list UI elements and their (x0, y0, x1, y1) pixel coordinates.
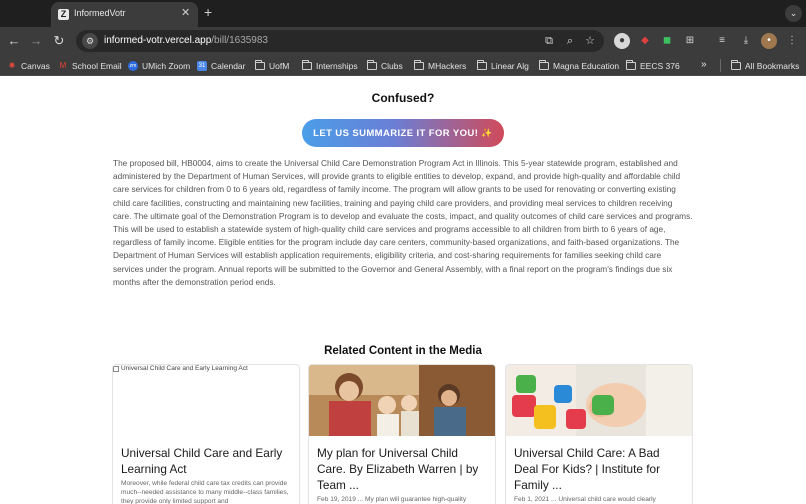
card-image-vintage-family-photo[interactable] (309, 365, 495, 436)
bookmark-label: Linear Alg (491, 60, 529, 71)
broken-image-icon (113, 365, 119, 372)
folder-icon (414, 59, 424, 70)
bookmark-folder-clubs[interactable]: Clubs (367, 59, 403, 72)
card-image-alt-text: Universal Child Care and Early Learning … (121, 365, 248, 372)
tab-search-chevron-icon[interactable]: ⌄ (785, 5, 802, 22)
canvas-icon: ✺ (8, 60, 16, 70)
card-title[interactable]: Universal Child Care and Early Learning … (121, 445, 293, 477)
download-icon[interactable]: ⤓ (738, 33, 754, 49)
url-text[interactable]: informed-votr.vercel.app/bill/1635983 (104, 35, 268, 46)
bookmark-star-icon[interactable]: ☆ (583, 34, 597, 48)
folder-icon (302, 59, 312, 70)
bookmark-label: Clubs (381, 60, 403, 71)
card-image-broken[interactable]: Universal Child Care and Early Learning … (113, 365, 299, 436)
bookmark-folder-uofm[interactable]: UofM (255, 59, 289, 72)
tab-title: InformedVotr (74, 8, 126, 18)
forward-arrow-icon[interactable]: → (28, 33, 44, 49)
card-snippet: Feb 19, 2019 ... My plan will guarantee … (317, 496, 467, 503)
card-snippet: Moreover, while federal child care tax c… (121, 480, 289, 504)
media-card[interactable]: Universal Child Care: A Bad Deal For Kid… (505, 364, 693, 504)
bookmark-folder-eecs-376[interactable]: EECS 376 (626, 59, 680, 72)
bookmark-folder-internships[interactable]: Internships (302, 59, 358, 72)
browser-toolbar: ← → ↻ ⚙ informed-votr.vercel.app/bill/16… (0, 27, 806, 55)
sparkle-icon: ✨ (481, 127, 493, 138)
active-tab[interactable]: Z InformedVotr ✕ (51, 2, 198, 27)
close-tab-icon[interactable]: ✕ (181, 7, 190, 19)
calendar-icon: 31 (197, 60, 207, 71)
zoom-icon[interactable]: ⌕ (563, 34, 577, 48)
zoom-icon: zm (128, 60, 138, 71)
summarize-button-label: LET US SUMMARIZE IT FOR YOU! (313, 127, 479, 139)
bookmark-label: EECS 376 (640, 60, 680, 71)
bookmark-label: UMich Zoom (142, 60, 191, 71)
bill-summary-text: The proposed bill, HB0004, aims to creat… (113, 158, 693, 287)
reading-list-icon[interactable]: ≡ (714, 33, 730, 49)
bookmark-school-email[interactable]: M School Email (58, 59, 122, 72)
more-bookmarks-chevron-icon[interactable]: » (701, 59, 707, 70)
folder-icon (367, 59, 377, 70)
bookmark-label: School Email (72, 60, 122, 71)
bookmark-umich-zoom[interactable]: zm UMich Zoom (128, 59, 190, 72)
menu-kebab-icon[interactable]: ⋮ (784, 33, 800, 49)
extensions-puzzle-icon[interactable]: ⊞ (682, 33, 698, 49)
bookmark-label: Magna Education (553, 60, 620, 71)
extension-green-icon[interactable]: ◼ (659, 33, 675, 49)
folder-icon (626, 59, 636, 70)
url-host: informed-votr.vercel.app (104, 35, 212, 46)
gmail-icon: M (59, 60, 67, 70)
media-card[interactable]: Universal Child Care and Early Learning … (112, 364, 300, 504)
card-snippet: Feb 1, 2021 ... Universal child care wou… (514, 496, 656, 503)
install-app-icon[interactable]: ⧉ (542, 34, 556, 48)
extension-red-icon[interactable]: ◆ (637, 33, 653, 49)
bookmark-folder-magna-education[interactable]: Magna Education (539, 59, 619, 72)
vintage-family-photo (309, 365, 495, 436)
bookmarks-bar: ✺ Canvas M School Email zm UMich Zoom 31… (0, 55, 806, 76)
summarize-button[interactable]: LET US SUMMARIZE IT FOR YOU! ✨ (302, 119, 504, 147)
bookmark-label: MHackers (428, 60, 467, 71)
bookmark-label: Internships (316, 60, 358, 71)
folder-icon (731, 59, 741, 70)
bookmark-label: UofM (269, 60, 290, 71)
address-bar[interactable]: ⚙ informed-votr.vercel.app/bill/1635983 … (76, 30, 604, 52)
all-bookmarks-folder[interactable]: All Bookmarks (731, 59, 799, 72)
bookmark-label: Calendar (211, 60, 246, 71)
bookmark-label: Canvas (21, 60, 50, 71)
folder-icon (255, 59, 265, 70)
site-favicon-icon: Z (58, 9, 69, 20)
bookmark-canvas[interactable]: ✺ Canvas (7, 59, 50, 72)
site-info-icon[interactable]: ⚙ (82, 33, 98, 49)
all-bookmarks-label: All Bookmarks (745, 60, 800, 71)
card-title[interactable]: Universal Child Care: A Bad Deal For Kid… (514, 445, 686, 493)
bookmarks-divider (720, 59, 721, 72)
confused-heading: Confused? (371, 91, 435, 105)
page-content: Confused? LET US SUMMARIZE IT FOR YOU! ✨… (0, 77, 806, 504)
related-content-heading: Related Content in the Media (324, 345, 482, 357)
extension-circle-icon[interactable]: ● (614, 33, 630, 49)
folder-icon (477, 59, 487, 70)
folder-icon (539, 59, 549, 70)
bookmark-folder-mhackers[interactable]: MHackers (414, 59, 466, 72)
media-card[interactable]: My plan for Universal Child Care. By Eli… (308, 364, 496, 504)
bookmark-calendar[interactable]: 31 Calendar (197, 59, 246, 72)
bookmark-folder-linear-alg[interactable]: Linear Alg (477, 59, 529, 72)
card-title[interactable]: My plan for Universal Child Care. By Eli… (317, 445, 489, 493)
new-tab-icon[interactable]: + (204, 5, 212, 19)
back-arrow-icon[interactable]: ← (6, 33, 22, 49)
profile-avatar[interactable]: • (761, 33, 777, 49)
tab-strip: Z InformedVotr ✕ + ⌄ (0, 0, 806, 27)
toddler-with-blocks-photo (506, 365, 692, 436)
reload-icon[interactable]: ↻ (51, 33, 67, 49)
url-path: /bill/1635983 (211, 35, 268, 46)
card-image-toddler-with-blocks[interactable] (506, 365, 692, 436)
